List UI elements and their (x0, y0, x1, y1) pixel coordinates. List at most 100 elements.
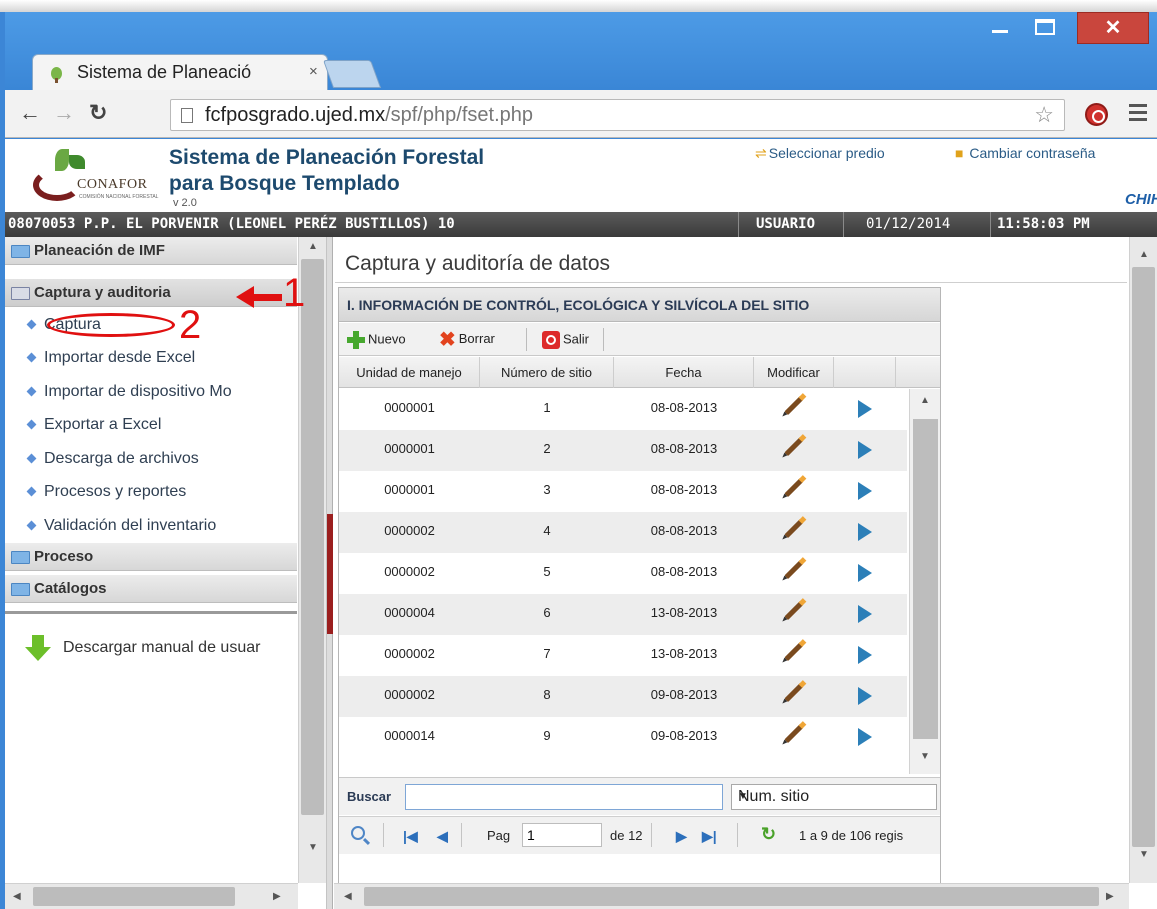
main-scrollbar[interactable]: ▲ ▼ (1129, 237, 1157, 883)
scroll-up-icon[interactable]: ▲ (1139, 249, 1149, 260)
prev-page-icon[interactable]: ◀ (437, 828, 448, 845)
last-page-icon[interactable]: ▶| (702, 828, 717, 845)
table-row[interactable]: 0000001 1 08-08-2013 (339, 389, 907, 430)
table-row[interactable]: 0000002 7 13-08-2013 (339, 635, 907, 676)
open-button[interactable] (834, 676, 896, 717)
forward-arrow-icon[interactable]: → (53, 100, 75, 126)
sidebar-item-importar-excel[interactable]: Importar desde Excel (25, 349, 195, 367)
table-row[interactable]: 0000014 9 09-08-2013 (339, 717, 907, 758)
reload-icon[interactable]: ↻ (89, 100, 107, 126)
close-window-button[interactable]: ✕ (1077, 12, 1149, 44)
annotation-circle (47, 313, 175, 337)
edit-button[interactable] (754, 389, 834, 430)
edit-button[interactable] (754, 471, 834, 512)
open-button[interactable] (834, 594, 896, 635)
col-modificar[interactable]: Modificar (754, 357, 834, 388)
edit-button[interactable] (754, 430, 834, 471)
edit-button[interactable] (754, 676, 834, 717)
edit-button[interactable] (754, 635, 834, 676)
open-button[interactable] (834, 430, 896, 471)
main-hscrollbar[interactable]: ◀ ▶ (334, 883, 1129, 909)
scroll-thumb[interactable] (913, 419, 938, 739)
url-text[interactable]: fcfposgrado.ujed.mx/spf/php/fset.php (205, 104, 533, 127)
sidebar-scrollbar[interactable]: ▲ ▼ (298, 237, 326, 883)
table-row[interactable]: 0000004 6 13-08-2013 (339, 594, 907, 635)
exit-button[interactable]: Salir (542, 331, 589, 349)
cell-fecha: 09-08-2013 (650, 728, 718, 743)
bookmark-star-icon[interactable]: ☆ (1034, 102, 1054, 128)
open-button[interactable] (834, 717, 896, 758)
scroll-down-icon[interactable]: ▼ (920, 751, 930, 762)
table-row[interactable]: 0000002 4 08-08-2013 (339, 512, 907, 553)
bullet-icon (26, 352, 37, 363)
cell-sitio: 9 (543, 728, 551, 743)
back-arrow-icon[interactable]: ← (19, 100, 41, 126)
scroll-thumb[interactable] (301, 259, 324, 815)
scroll-thumb[interactable] (1132, 267, 1155, 847)
cell-sitio: 8 (543, 687, 551, 702)
panel-splitter[interactable] (327, 237, 333, 909)
open-button[interactable] (834, 553, 896, 594)
scroll-thumb[interactable] (33, 887, 235, 906)
col-fecha[interactable]: Fecha (614, 357, 754, 388)
edit-button[interactable] (754, 594, 834, 635)
scroll-up-icon[interactable]: ▲ (920, 395, 930, 406)
select-predio-link[interactable]: ⇌ Seleccionar predio (755, 145, 885, 162)
edit-button[interactable] (754, 553, 834, 594)
edit-button[interactable] (754, 512, 834, 553)
scroll-left-icon[interactable]: ◀ (344, 891, 352, 902)
col-unidad[interactable]: Unidad de manejo (339, 357, 480, 388)
new-tab-button[interactable] (322, 60, 382, 88)
sidebar-item-validacion[interactable]: Validación del inventario (25, 517, 216, 535)
adblock-stop-icon[interactable] (1085, 103, 1108, 126)
scroll-up-icon[interactable]: ▲ (308, 241, 318, 252)
pencil-icon (784, 641, 804, 662)
sidebar-hscrollbar[interactable]: ◀ ▶ (5, 883, 298, 909)
table-row[interactable]: 0000002 8 09-08-2013 (339, 676, 907, 717)
delete-button[interactable]: ✖ Borrar (439, 330, 495, 350)
scroll-left-icon[interactable]: ◀ (13, 891, 21, 902)
open-button[interactable] (834, 389, 896, 430)
sidebar-item-exportar-excel[interactable]: Exportar a Excel (25, 416, 161, 434)
scroll-thumb[interactable] (364, 887, 1099, 906)
search-input[interactable] (405, 784, 723, 810)
section-proceso[interactable]: Proceso (5, 543, 297, 571)
table-row[interactable]: 0000002 5 08-08-2013 (339, 553, 907, 594)
scroll-right-icon[interactable]: ▶ (1106, 891, 1114, 902)
scroll-right-icon[interactable]: ▶ (273, 891, 281, 902)
sidebar-item-descarga[interactable]: Descarga de archivos (25, 450, 199, 468)
refresh-icon[interactable]: ↻ (761, 824, 776, 845)
sidebar-item-importar-dispositivo[interactable]: Importar de dispositivo Mo (25, 383, 232, 401)
sidebar-item-procesos[interactable]: Procesos y reportes (25, 483, 186, 501)
page-icon (181, 108, 193, 123)
edit-button[interactable] (754, 717, 834, 758)
search-icon[interactable] (351, 826, 365, 840)
change-password-link[interactable]: ■ Cambiar contraseña (955, 145, 1095, 161)
section-catalogos[interactable]: Catálogos (5, 575, 297, 603)
column-headers: Unidad de manejo Número de sitio Fecha M… (339, 357, 940, 388)
open-button[interactable] (834, 471, 896, 512)
section-planeacion[interactable]: Planeación de IMF (5, 237, 297, 265)
tab-close-icon[interactable]: × (309, 63, 318, 80)
table-row[interactable]: 0000001 3 08-08-2013 (339, 471, 907, 512)
next-page-icon[interactable]: ▶ (676, 828, 687, 845)
new-button[interactable]: Nuevo (347, 331, 406, 349)
collapse-handle[interactable] (327, 514, 333, 634)
search-field-select[interactable]: Num. sitio ▼ (731, 784, 937, 810)
maximize-button[interactable] (1030, 16, 1060, 38)
page-input[interactable] (522, 823, 602, 847)
open-button[interactable] (834, 635, 896, 676)
browser-tab[interactable]: Sistema de Planeació × (32, 54, 328, 90)
minimize-button[interactable] (985, 16, 1015, 38)
first-page-icon[interactable]: |◀ (403, 828, 418, 845)
bullet-icon (26, 419, 37, 430)
grid-scrollbar[interactable]: ▲ ▼ (909, 389, 940, 774)
scroll-down-icon[interactable]: ▼ (1139, 849, 1149, 860)
hamburger-menu-icon[interactable] (1129, 104, 1147, 125)
col-sitio[interactable]: Número de sitio (480, 357, 614, 388)
scroll-down-icon[interactable]: ▼ (308, 842, 318, 853)
address-bar[interactable]: fcfposgrado.ujed.mx/spf/php/fset.php ☆ (170, 99, 1065, 131)
play-arrow-icon (858, 481, 872, 500)
table-row[interactable]: 0000001 2 08-08-2013 (339, 430, 907, 471)
open-button[interactable] (834, 512, 896, 553)
